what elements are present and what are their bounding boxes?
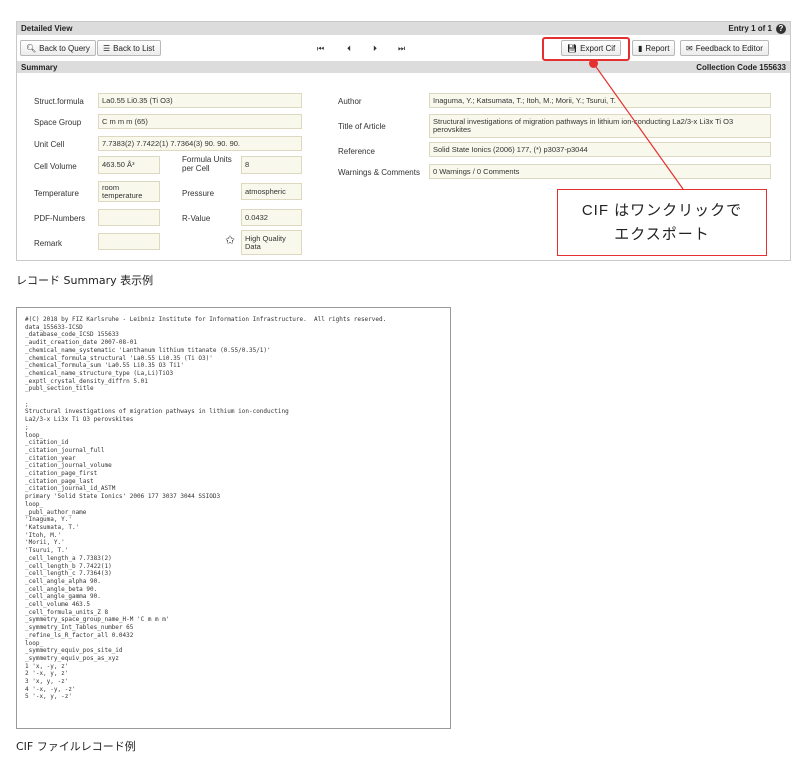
pdf-numbers-value — [98, 209, 160, 226]
warnings-label: Warnings & Comments — [338, 168, 420, 177]
feedback-to-editor-button[interactable]: ✉ Feedback to Editor — [680, 40, 769, 56]
formula-units-label: Formula Units per Cell — [182, 155, 232, 173]
summary-section-header: Summary Collection Code 155633 — [17, 61, 790, 73]
list-icon: ☰ — [103, 43, 111, 53]
cif-file-view: #(C) 2018 by FIZ Karlsruhe - Leibniz Ins… — [16, 307, 451, 729]
pressure-label: Pressure — [182, 189, 215, 198]
cif-file-text: #(C) 2018 by FIZ Karlsruhe - Leibniz Ins… — [25, 316, 387, 701]
pressure-value: atmospheric — [241, 183, 302, 200]
struct-formula-value: La0.55 Li0.35 (Ti O3) — [98, 93, 302, 108]
cell-volume-label: Cell Volume — [34, 162, 77, 171]
callout-line-2: エクスポート — [614, 225, 710, 243]
summary-caption: レコード Summary 表示例 — [16, 274, 154, 287]
pdf-numbers-label: PDF-Numbers — [34, 214, 86, 223]
reference-label: Reference — [338, 147, 375, 156]
author-label: Author — [338, 97, 362, 106]
collection-code: Collection Code 155633 — [696, 62, 786, 72]
previous-record-icon[interactable]: ⏴ — [347, 44, 351, 54]
remark-value — [98, 233, 160, 250]
author-value: Inaguma, Y.; Katsumata, T.; Itoh, M.; Mo… — [429, 93, 771, 108]
star-icon: ✩ — [225, 233, 236, 247]
temperature-value: room temperature — [98, 181, 160, 202]
document-icon: ▮ — [638, 43, 643, 53]
last-record-icon[interactable]: ⏭ — [398, 44, 405, 54]
envelope-icon: ✉ — [686, 43, 693, 53]
back-to-query-button[interactable]: 🔍︎ Back to Query — [20, 40, 96, 56]
space-group-label: Space Group — [34, 118, 82, 127]
callout-line-1: CIF はワンクリックで — [581, 201, 743, 219]
help-icon[interactable]: ? — [776, 23, 786, 34]
callout-pointer-dot — [589, 59, 598, 68]
quality-badge: High Quality Data — [241, 230, 302, 255]
reference-value: Solid State Ionics (2006) 177, (*) p3037… — [429, 142, 771, 157]
panel-title: Detailed View — [21, 24, 73, 33]
warnings-value: 0 Warnings / 0 Comments — [429, 164, 771, 179]
export-highlight-ring — [542, 37, 630, 61]
summary-title: Summary — [21, 62, 58, 72]
formula-units-value: 8 — [241, 156, 302, 174]
unit-cell-label: Unit Cell — [34, 140, 65, 149]
back-to-list-button[interactable]: ☰ Back to List — [97, 40, 161, 56]
r-value-label: R-Value — [182, 214, 211, 223]
report-button[interactable]: ▮ Report — [632, 40, 676, 56]
article-title-label: Title of Article — [338, 122, 386, 131]
space-group-value: C m m m (65) — [98, 114, 302, 129]
entry-counter: Entry 1 of 1 — [728, 24, 772, 33]
temperature-label: Temperature — [34, 189, 79, 198]
cif-caption: CIF ファイルレコード例 — [16, 740, 136, 753]
toolbar: 🔍︎ Back to Query ☰ Back to List ⏮ ⏴ ⏵ ⏭ … — [17, 35, 790, 61]
article-title-value: Structural investigations of migration p… — [429, 114, 771, 138]
first-record-icon[interactable]: ⏮ — [317, 44, 324, 54]
unit-cell-value: 7.7383(2) 7.7422(1) 7.7364(3) 90. 90. 90… — [98, 136, 302, 151]
search-icon: 🔍︎ — [26, 43, 37, 53]
cell-volume-value: 463.50 Å³ — [98, 156, 160, 174]
export-callout-box: CIF はワンクリックで エクスポート — [557, 189, 767, 256]
next-record-icon[interactable]: ⏵ — [373, 44, 377, 54]
r-value-value: 0.0432 — [241, 209, 302, 226]
struct-formula-label: Struct.formula — [34, 97, 84, 106]
remark-label: Remark — [34, 239, 63, 248]
detailed-view-titlebar: Detailed View Entry 1 of 1 ? — [17, 22, 790, 35]
